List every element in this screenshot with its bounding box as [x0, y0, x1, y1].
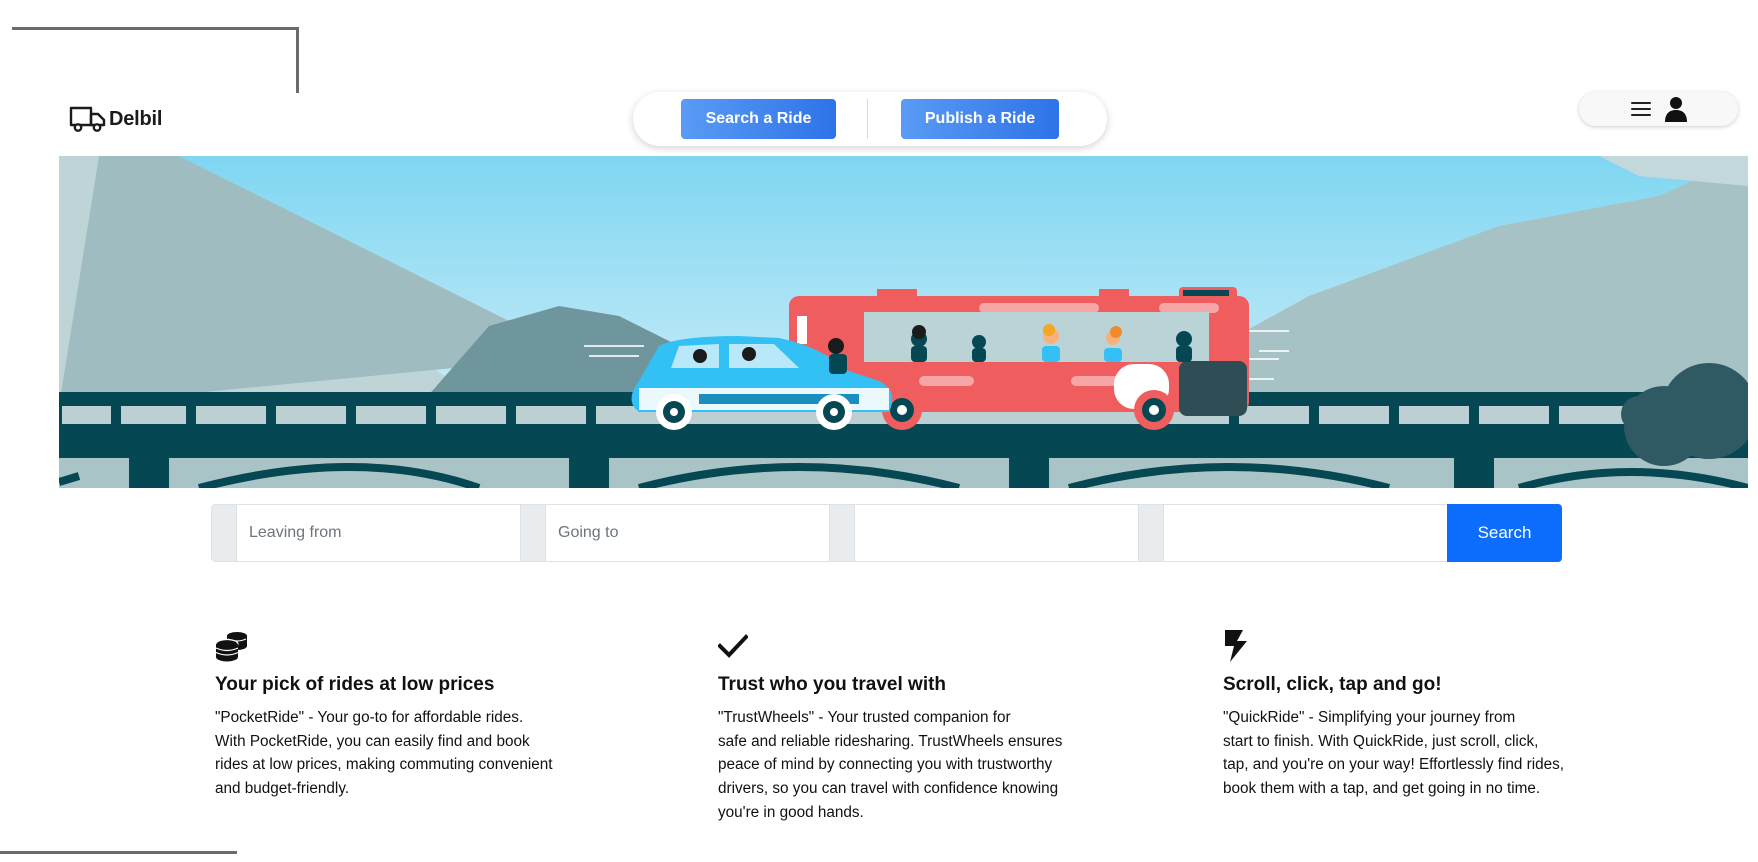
user-menu-button[interactable]: [1579, 92, 1738, 126]
feature-title: Trust who you travel with: [718, 674, 947, 695]
feature-description: "PocketRide" - Your go-to for affordable…: [215, 709, 553, 798]
nav-divider: [867, 99, 868, 139]
feature-quick: Scroll, click, tap and go! "QuickRide" -…: [1223, 630, 1564, 801]
date-field: [829, 504, 1138, 562]
search-ride-button[interactable]: Search a Ride: [681, 99, 836, 139]
to-field: [520, 504, 829, 562]
going-to-input[interactable]: [546, 505, 829, 561]
bolt-icon: [1223, 630, 1564, 662]
feature-description: "QuickRide" - Simplifying your journey f…: [1223, 709, 1565, 798]
ride-search-form: Search: [211, 504, 1562, 562]
passengers-field: [1138, 504, 1447, 562]
hamburger-icon: [1630, 102, 1651, 116]
from-addon: [212, 505, 237, 561]
passengers-addon: [1139, 505, 1164, 561]
user-icon: [1664, 96, 1687, 122]
date-addon: [830, 505, 855, 561]
brand-name: Delbil: [109, 107, 163, 130]
publish-ride-button[interactable]: Publish a Ride: [901, 99, 1059, 139]
to-addon: [521, 505, 546, 561]
decorative-frame-bottom: [0, 851, 237, 854]
feature-title: Scroll, click, tap and go!: [1223, 674, 1442, 695]
truck-icon: [69, 106, 106, 132]
checkmark-icon: [718, 630, 1062, 662]
decorative-frame-top: [12, 27, 299, 93]
feature-title: Your pick of rides at low prices: [215, 674, 495, 695]
date-input[interactable]: [855, 505, 1138, 561]
feature-low-prices: Your pick of rides at low prices "Pocket…: [215, 630, 553, 801]
brand-logo[interactable]: Delbil: [69, 104, 162, 134]
passengers-input[interactable]: [1164, 505, 1447, 561]
main-nav: Search a Ride Publish a Ride: [633, 92, 1107, 146]
from-field: [211, 504, 520, 562]
feature-trust: Trust who you travel with "TrustWheels" …: [718, 630, 1062, 825]
feature-description: "TrustWheels" - Your trusted companion f…: [718, 709, 1063, 821]
search-button[interactable]: Search: [1447, 504, 1562, 562]
leaving-from-input[interactable]: [237, 505, 520, 561]
coins-icon: [215, 630, 553, 662]
hero-illustration: [59, 156, 1748, 488]
